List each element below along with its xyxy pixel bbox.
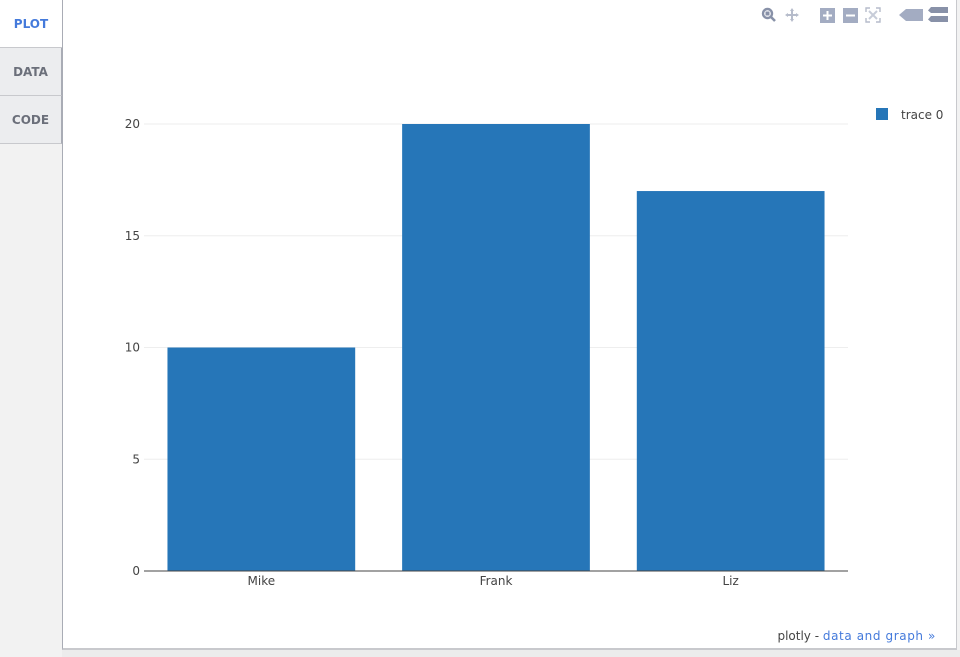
tab-code-label: CODE [11, 112, 50, 127]
zoom-out-icon [842, 7, 858, 23]
x-tick-label: Mike [248, 574, 276, 588]
zoom-in-icon [819, 7, 835, 23]
tab-plot[interactable]: PLOT [0, 0, 62, 48]
modebar [755, 6, 948, 24]
bar-mike[interactable] [167, 347, 356, 572]
x-tick-label: Liz [723, 574, 739, 588]
footer-brand: plotly [777, 629, 811, 643]
bar-liz[interactable] [636, 191, 825, 572]
hover-closest-icon [899, 9, 923, 21]
zoom-out-button[interactable] [841, 6, 859, 24]
bar-frank[interactable] [402, 124, 590, 571]
tab-plot-label: PLOT [13, 16, 49, 31]
zoom-in-button[interactable] [818, 6, 836, 24]
autoscale-icon [865, 7, 881, 23]
y-tick-label: 5 [132, 452, 140, 466]
legend[interactable]: trace 0 [876, 108, 943, 122]
tab-data-label: DATA [13, 64, 48, 79]
x-tick-labels: Mike Frank Liz [248, 574, 739, 588]
bar-chart: 0 5 10 15 20 Mike Frank Liz trace 0 [125, 108, 943, 588]
zoom-icon [761, 7, 776, 22]
hover-compare-icon [928, 7, 948, 22]
y-tick-label: 0 [132, 564, 140, 578]
footer-separator: - [810, 629, 823, 643]
hover-closest-button[interactable] [899, 6, 923, 24]
zoom-button[interactable] [760, 6, 778, 24]
y-tick-label: 20 [125, 117, 140, 131]
autoscale-button[interactable] [864, 6, 882, 24]
legend-label: trace 0 [901, 108, 943, 122]
legend-swatch [876, 108, 888, 120]
bottom-strip [62, 650, 960, 657]
bars [167, 124, 825, 572]
y-tick-label: 10 [125, 341, 140, 355]
plot-panel: 0 5 10 15 20 Mike Frank Liz trace 0 plot… [62, 0, 957, 650]
hover-compare-button[interactable] [928, 6, 948, 24]
y-tick-label: 15 [125, 229, 140, 243]
x-tick-label: Frank [480, 574, 513, 588]
pan-button[interactable] [783, 6, 801, 24]
tab-data[interactable]: DATA [0, 48, 62, 96]
y-tick-labels: 0 5 10 15 20 [125, 117, 140, 578]
tab-code[interactable]: CODE [0, 96, 62, 144]
pan-icon [785, 8, 799, 22]
tab-strip: PLOT DATA CODE [0, 0, 62, 144]
data-and-graph-link[interactable]: data and graph » [823, 629, 936, 643]
plotly-footer: plotly - data and graph » [777, 629, 936, 643]
